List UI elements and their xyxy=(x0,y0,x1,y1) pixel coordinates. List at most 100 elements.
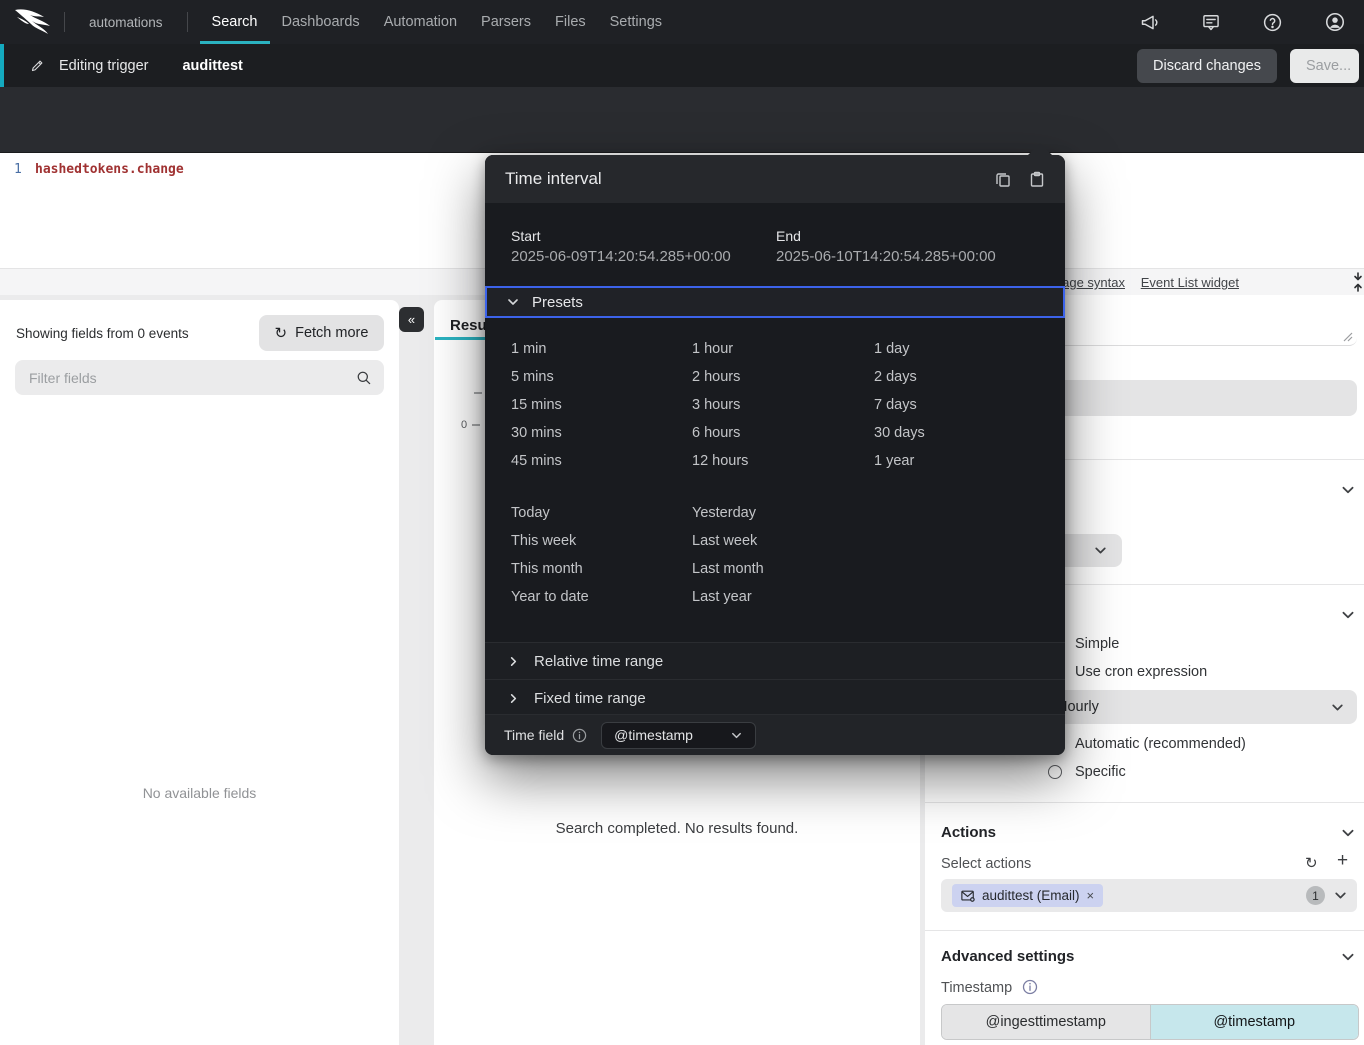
presets-column-days: 1 day 2 days 7 days 30 days 1 year xyxy=(874,335,925,475)
collapse-fields-button[interactable]: « xyxy=(399,307,424,332)
no-fields-message: No available fields xyxy=(0,785,399,801)
dialog-header: Time interval xyxy=(485,155,1065,203)
time-interval-dialog: Time interval Start 2025-06-09T14:20:54.… xyxy=(485,155,1065,755)
preset-item[interactable]: This week xyxy=(511,527,589,555)
fields-panel: Showing fields from 0 events ↻ Fetch mor… xyxy=(0,300,399,1045)
section-chevron-down-icon[interactable] xyxy=(1340,482,1356,498)
preset-item[interactable]: Last month xyxy=(692,555,764,583)
tab-automation[interactable]: Automation xyxy=(372,0,469,44)
preset-item[interactable]: 30 days xyxy=(874,419,925,447)
actions-chevron-down-icon[interactable] xyxy=(1340,825,1356,841)
end-value[interactable]: 2025-06-10T14:20:54.285+00:00 xyxy=(776,248,996,265)
info-icon[interactable] xyxy=(1022,979,1038,995)
run-on-option-specific[interactable]: Specific xyxy=(1048,764,1126,780)
preset-item[interactable]: Today xyxy=(511,499,589,527)
fixed-time-range-row[interactable]: Fixed time range xyxy=(485,679,1065,716)
schedule-option-cron[interactable]: Use cron expression xyxy=(1048,664,1207,680)
chart-tick xyxy=(474,392,482,394)
preset-item[interactable]: 1 hour xyxy=(692,335,748,363)
presets-column-hours: 1 hour 2 hours 3 hours 6 hours 12 hours xyxy=(692,335,748,475)
help-icon[interactable] xyxy=(1262,12,1283,33)
filter-fields-input[interactable] xyxy=(15,370,356,386)
radio-icon xyxy=(1048,765,1062,779)
timestamp-label: Timestamp xyxy=(941,980,1012,996)
preset-item[interactable]: 1 min xyxy=(511,335,562,363)
chevron-down-icon xyxy=(1330,700,1345,715)
form-divider xyxy=(925,930,1364,931)
preset-item[interactable]: 3 hours xyxy=(692,391,748,419)
fetch-more-button[interactable]: ↻ Fetch more xyxy=(259,315,384,351)
action-chip[interactable]: audittest (Email) × xyxy=(952,884,1103,907)
advanced-settings-title: Advanced settings xyxy=(941,948,1074,965)
chart-tick xyxy=(472,424,480,426)
refresh-actions-icon[interactable]: ↻ xyxy=(1305,854,1318,872)
presets-column-minutes: 1 min 5 mins 15 mins 30 mins 45 mins xyxy=(511,335,562,475)
preset-item[interactable]: 12 hours xyxy=(692,447,748,475)
nav-divider xyxy=(64,12,65,32)
segment-timestamp[interactable]: @timestamp xyxy=(1151,1005,1359,1039)
close-icon[interactable]: × xyxy=(1087,888,1095,903)
section-chevron-down-icon[interactable] xyxy=(1340,607,1356,623)
refresh-icon: ↻ xyxy=(275,324,288,342)
query-text[interactable]: hashedtokens.change xyxy=(35,162,184,177)
crowdstrike-logo-icon[interactable] xyxy=(14,7,56,37)
preset-item[interactable]: Last week xyxy=(692,527,764,555)
preset-item[interactable]: 30 mins xyxy=(511,419,562,447)
tab-search[interactable]: Search xyxy=(200,0,270,44)
preset-item[interactable]: Yesterday xyxy=(692,499,764,527)
chevron-down-icon xyxy=(1093,543,1108,558)
actions-select-box[interactable]: audittest (Email) × 1 xyxy=(941,879,1357,912)
preset-item[interactable]: 15 mins xyxy=(511,391,562,419)
preset-item[interactable]: 2 days xyxy=(874,363,925,391)
repo-name[interactable]: automations xyxy=(89,15,163,30)
dialog-footer: Time field @timestamp xyxy=(485,714,1065,755)
preset-item[interactable]: 45 mins xyxy=(511,447,562,475)
resize-handle-icon[interactable] xyxy=(1343,332,1353,342)
time-control-bar: 2025-06-09 14:20:54 2025-06-10 14:20:54 … xyxy=(0,87,1364,153)
save-button[interactable]: Save... xyxy=(1290,49,1359,83)
tab-parsers[interactable]: Parsers xyxy=(469,0,543,44)
paste-icon[interactable] xyxy=(1029,171,1045,187)
feedback-icon[interactable] xyxy=(1201,12,1221,32)
frequency-dropdown[interactable]: Hourly xyxy=(1045,690,1357,724)
chart-axis-zero: 0 xyxy=(461,419,467,431)
avatar-icon[interactable] xyxy=(1324,11,1346,33)
presets-label: Presets xyxy=(532,294,583,311)
preset-item[interactable]: This month xyxy=(511,555,589,583)
line-number: 1 xyxy=(14,162,22,177)
tab-files[interactable]: Files xyxy=(543,0,598,44)
form-divider xyxy=(925,802,1364,803)
preset-item[interactable]: 7 days xyxy=(874,391,925,419)
collapse-editor-icon[interactable] xyxy=(1350,272,1364,292)
tab-settings[interactable]: Settings xyxy=(598,0,674,44)
presets-section-header[interactable]: Presets xyxy=(485,286,1065,318)
info-icon[interactable] xyxy=(572,728,587,743)
preset-item[interactable]: 1 year xyxy=(874,447,925,475)
preset-item[interactable]: Last year xyxy=(692,583,764,611)
announcements-icon[interactable] xyxy=(1139,12,1160,33)
copy-icon[interactable] xyxy=(995,171,1011,187)
preset-item[interactable]: Year to date xyxy=(511,583,589,611)
add-action-icon[interactable]: + xyxy=(1337,850,1348,872)
trigger-name: audittest xyxy=(182,58,242,74)
chevron-down-icon xyxy=(506,295,520,309)
preset-item[interactable]: 5 mins xyxy=(511,363,562,391)
actions-title: Actions xyxy=(941,824,996,841)
tab-dashboards[interactable]: Dashboards xyxy=(270,0,372,44)
preset-item[interactable]: 6 hours xyxy=(692,419,748,447)
segment-ingesttimestamp[interactable]: @ingesttimestamp xyxy=(942,1005,1151,1039)
start-value[interactable]: 2025-06-09T14:20:54.285+00:00 xyxy=(511,248,731,265)
relative-time-range-row[interactable]: Relative time range xyxy=(485,642,1065,679)
run-on-option-automatic[interactable]: Automatic (recommended) xyxy=(1048,736,1246,752)
actions-count-badge: 1 xyxy=(1306,886,1325,905)
named-ranges-column-last: Yesterday Last week Last month Last year xyxy=(692,499,764,611)
preset-item[interactable]: 2 hours xyxy=(692,363,748,391)
chevron-right-icon xyxy=(507,655,520,668)
pencil-icon xyxy=(30,58,45,73)
event-list-widget-link[interactable]: Event List widget xyxy=(1141,275,1239,290)
chevron-right-icon xyxy=(507,692,520,705)
time-field-dropdown[interactable]: @timestamp xyxy=(601,722,756,749)
advanced-chevron-down-icon[interactable] xyxy=(1340,949,1356,965)
discard-changes-button[interactable]: Discard changes xyxy=(1137,49,1277,83)
preset-item[interactable]: 1 day xyxy=(874,335,925,363)
